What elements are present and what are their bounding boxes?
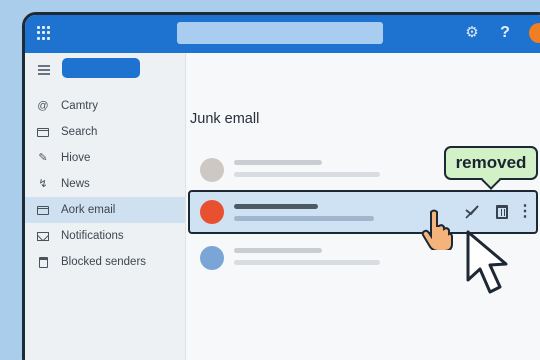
sidebar-item-label: Hiove — [61, 152, 91, 164]
sidebar-item-0[interactable]: @ Camtry — [25, 93, 185, 119]
removed-callout: removed — [444, 146, 538, 180]
sender-avatar — [200, 158, 224, 182]
row-actions: ⋮ — [462, 200, 533, 224]
sidebar-item-label: Notifications — [61, 230, 124, 242]
arrow-cursor-icon — [462, 228, 524, 303]
delete-trash-icon[interactable] — [492, 200, 512, 224]
preview-line — [234, 260, 380, 265]
sidebar-item-label: Aork email — [61, 204, 116, 216]
pointing-hand-cursor-icon — [418, 208, 454, 255]
preview-line — [234, 172, 380, 177]
more-options-icon[interactable]: ⋮ — [517, 200, 533, 224]
account-avatar[interactable] — [529, 23, 540, 43]
new-mail-button[interactable] — [62, 58, 140, 78]
pencil-icon: ✎ — [38, 152, 48, 164]
title-bar: ⚙ ? — [25, 15, 540, 53]
broom-icon: ↯ — [38, 178, 48, 190]
sender-line — [234, 160, 322, 165]
sidebar-item-1[interactable]: Search — [25, 119, 185, 145]
sender-avatar — [200, 246, 224, 270]
sidebar-item-4[interactable]: Aork email — [25, 197, 185, 223]
app-launcher-icon[interactable] — [37, 26, 51, 40]
sidebar-item-label: Search — [61, 126, 98, 138]
settings-gear-icon[interactable]: ⚙ — [463, 24, 481, 42]
inbox-icon — [36, 125, 50, 139]
folder-list: @ Camtry Search ✎ Hiove ↯ News Aork emai… — [25, 93, 185, 275]
sidebar-item-2[interactable]: ✎ Hiove — [25, 145, 185, 171]
sender-line — [234, 204, 318, 209]
not-junk-icon[interactable] — [462, 200, 482, 224]
help-icon[interactable]: ? — [496, 23, 514, 43]
sidebar-item-3[interactable]: ↯ News — [25, 171, 185, 197]
menu-toggle-icon[interactable] — [38, 65, 50, 75]
envelope-icon — [36, 229, 50, 243]
sidebar-item-6[interactable]: Blocked senders — [25, 249, 185, 275]
sender-line — [234, 248, 322, 253]
mailbox-icon — [36, 203, 50, 217]
folder-sidebar: @ Camtry Search ✎ Hiove ↯ News Aork emai… — [25, 53, 186, 360]
sender-avatar — [200, 200, 224, 224]
sidebar-item-label: News — [61, 178, 90, 190]
sidebar-item-label: Blocked senders — [61, 256, 147, 268]
sidebar-item-5[interactable]: Notifications — [25, 223, 185, 249]
page-title: Junk emall — [190, 111, 260, 127]
at-sign-icon: @ — [37, 100, 49, 112]
trash-icon — [36, 255, 50, 269]
sidebar-item-label: Camtry — [61, 100, 99, 112]
search-box[interactable] — [177, 22, 383, 44]
preview-line — [234, 216, 374, 221]
